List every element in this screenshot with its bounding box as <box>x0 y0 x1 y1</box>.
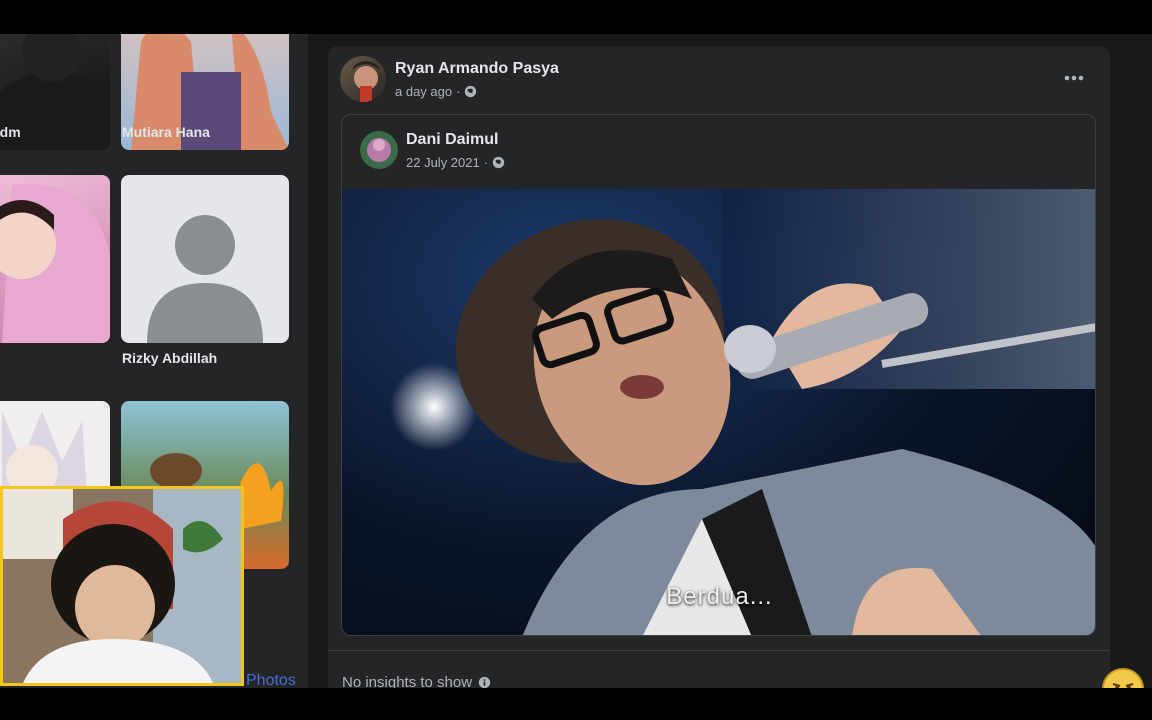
friend-photo-default[interactable] <box>121 175 289 343</box>
letterbox-top <box>0 0 1152 34</box>
more-horizontal-icon <box>1064 75 1084 81</box>
post-author-name[interactable]: Ryan Armando Pasya <box>395 60 559 78</box>
shared-post[interactable]: Dani Daimul 22 July 2021 · Berdua... <box>341 114 1096 636</box>
shared-author-name[interactable]: Dani Daimul <box>406 131 498 149</box>
post-time[interactable]: a day ago <box>395 84 452 99</box>
friend-name[interactable]: ...dm <box>0 124 21 140</box>
author-avatar[interactable] <box>340 56 386 102</box>
video-caption: Berdua... <box>666 583 773 610</box>
friend-name[interactable]: Rizky Abdillah <box>122 350 217 366</box>
letterbox-bottom <box>0 688 1152 720</box>
streamer-webcam <box>0 486 244 686</box>
post-card: Ryan Armando Pasya a day ago · Dani Daim… <box>328 46 1110 688</box>
insights-text: No insights to show <box>342 674 473 688</box>
more-options-button[interactable] <box>1060 68 1088 88</box>
friend-name[interactable]: Mutiara Hana <box>122 124 210 140</box>
shared-meta: 22 July 2021 · <box>406 155 505 170</box>
post-meta: a day ago · <box>395 84 477 99</box>
shared-date[interactable]: 22 July 2021 <box>406 155 480 170</box>
post-divider <box>328 650 1110 651</box>
shared-author-avatar[interactable] <box>360 131 398 169</box>
webcam-feed <box>3 489 241 683</box>
globe-icon <box>492 156 505 169</box>
shared-video[interactable]: Berdua... <box>342 189 1095 635</box>
insights-row: No insights to show <box>342 674 491 688</box>
friend-photo-3[interactable] <box>0 175 110 343</box>
info-icon[interactable] <box>478 676 491 688</box>
default-avatar-icon <box>147 215 263 343</box>
globe-icon <box>465 85 477 98</box>
singer-illustration <box>390 189 1095 635</box>
